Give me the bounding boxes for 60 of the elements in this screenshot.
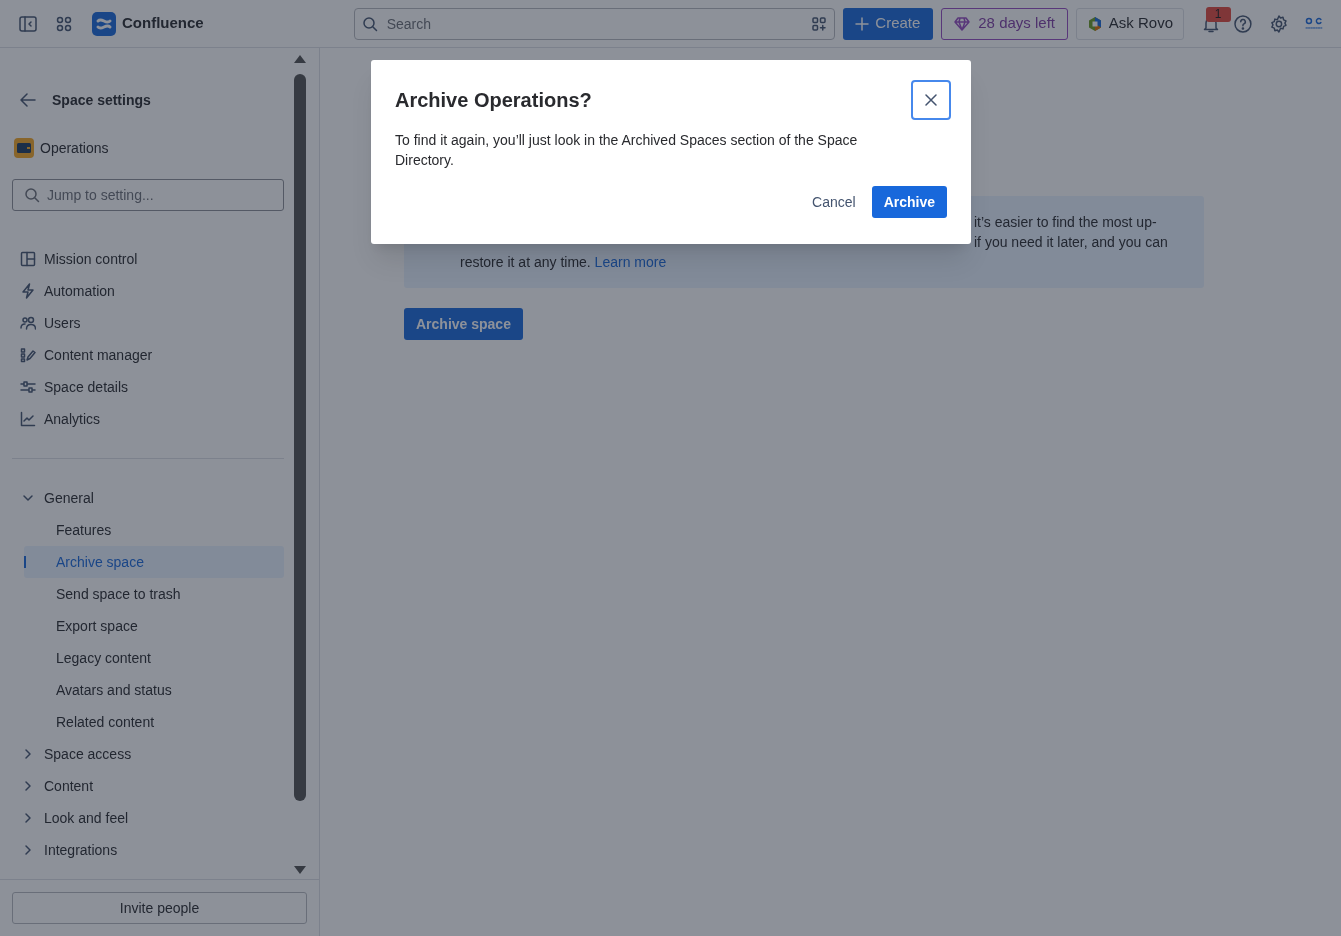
diamond-icon: [954, 15, 971, 32]
info-text: restore it at any time. Learn more: [460, 253, 668, 272]
tree-item[interactable]: Send space to trash: [24, 578, 284, 610]
invite-people-button[interactable]: Invite people: [12, 892, 307, 924]
settings-icon[interactable]: [1269, 13, 1290, 34]
create-button[interactable]: Create: [842, 7, 934, 40]
lightning-icon: [20, 283, 36, 299]
tree-section-item[interactable]: Content: [12, 770, 284, 802]
tree-item[interactable]: Features: [24, 514, 284, 546]
apps-add-icon[interactable]: [810, 15, 827, 32]
nav-item[interactable]: Analytics: [12, 403, 284, 435]
tree-item[interactable]: Avatars and status: [24, 674, 284, 706]
archive-space-button[interactable]: Archive space: [404, 308, 523, 340]
product-name[interactable]: Confluence: [122, 12, 204, 35]
scrollbar-thumb[interactable]: [293, 74, 306, 801]
nav-item[interactable]: Space details: [12, 371, 284, 403]
notification-badge: 1: [1205, 6, 1231, 22]
tree-item[interactable]: Archive space: [24, 546, 284, 578]
sliders-icon: [20, 379, 36, 395]
tree-item[interactable]: Related content: [24, 706, 284, 738]
chart-icon: [20, 411, 36, 427]
space-avatar-icon: [14, 138, 34, 158]
close-button[interactable]: [911, 80, 951, 120]
tree-item[interactable]: Legacy content: [24, 642, 284, 674]
people-icon: [20, 315, 36, 331]
space-name: Operations: [40, 138, 109, 158]
tree-section-item[interactable]: Space access: [12, 738, 284, 770]
search-icon: [361, 15, 378, 32]
hexagon-icon: [1086, 15, 1103, 32]
settings-search-field[interactable]: Jump to setting...: [12, 179, 284, 211]
info-text: it’s easier to find the most up-: [974, 213, 1158, 232]
close-icon: [925, 94, 937, 106]
tree-section-item[interactable]: Integrations: [12, 834, 284, 866]
cancel-button[interactable]: Cancel: [804, 186, 864, 218]
info-text: if you need it later, and you can: [974, 233, 1169, 252]
search-field[interactable]: Search: [353, 7, 835, 40]
dialog-title: Archive Operations?: [395, 88, 592, 113]
layout-icon: [20, 251, 36, 267]
nav-item[interactable]: Content manager: [12, 339, 284, 371]
learn-more-link[interactable]: Learn more: [594, 254, 667, 270]
search-icon: [24, 187, 40, 203]
scroll-up-icon: [292, 54, 307, 64]
logo-icon[interactable]: [92, 11, 116, 36]
help-icon[interactable]: [1233, 13, 1254, 34]
back-arrow-icon[interactable]: [20, 92, 36, 108]
tree-section-item[interactable]: General: [12, 482, 284, 514]
nav-item[interactable]: Mission control: [12, 243, 284, 275]
ask-rovo-button[interactable]: Ask Rovo: [1076, 7, 1184, 40]
dialog-message: To find it again, you’ll just look in the Archived Spaces section of the Space Directory.: [395, 131, 859, 170]
nav-item[interactable]: Users: [12, 307, 284, 339]
nav-item[interactable]: Automation: [12, 275, 284, 307]
content-edit-icon: [20, 347, 36, 363]
tree-section-item[interactable]: Look and feel: [12, 802, 284, 834]
scroll-down-icon: [292, 865, 307, 875]
trial-button[interactable]: 28 days left: [941, 7, 1069, 40]
tree-item[interactable]: Export space: [24, 610, 284, 642]
archive-button[interactable]: Archive: [871, 186, 947, 218]
sidebar-title: Space settings: [52, 90, 151, 110]
plus-icon: [855, 16, 870, 31]
selection-indicator: [24, 556, 26, 568]
